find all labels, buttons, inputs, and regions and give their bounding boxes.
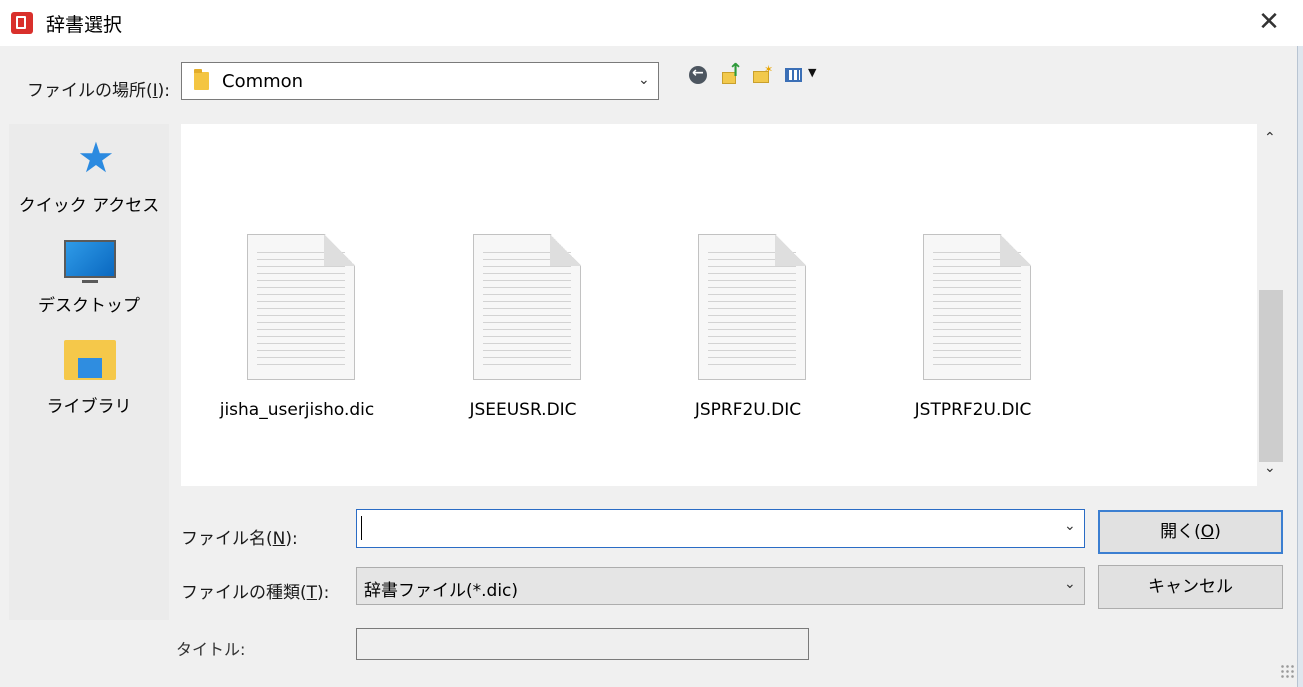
file-type-label: ファイルの種類(T): xyxy=(181,583,330,603)
open-button[interactable]: 開く(O) xyxy=(1098,510,1283,554)
file-item[interactable]: JSEEUSR.DIC xyxy=(410,234,636,424)
resize-grip-icon[interactable] xyxy=(1280,664,1296,680)
file-name: JSPRF2U.DIC xyxy=(694,400,802,420)
window-edge xyxy=(1297,46,1303,687)
document-icon xyxy=(473,234,581,380)
chevron-down-icon[interactable]: ⌄ xyxy=(1064,576,1076,592)
title-bar: 辞書選択 ✕ xyxy=(0,0,1303,46)
scroll-down-icon[interactable]: ⌄ xyxy=(1264,460,1276,476)
look-in-combobox[interactable]: Common ⌄ xyxy=(181,62,659,100)
document-icon xyxy=(247,234,355,380)
file-name-input[interactable] xyxy=(356,509,1085,548)
look-in-value: Common xyxy=(222,71,304,92)
look-in-mnemonic: I xyxy=(152,81,158,101)
file-item[interactable]: JSPRF2U.DIC xyxy=(635,234,861,424)
back-icon[interactable] xyxy=(688,64,710,86)
place-libraries[interactable]: ライブラリ xyxy=(9,392,169,417)
places-bar: ★ クイック アクセス デスクトップ ライブラリ xyxy=(9,124,169,620)
up-folder-icon[interactable] xyxy=(720,60,743,86)
view-menu-icon[interactable] xyxy=(784,64,822,86)
file-name-dropdown-icon[interactable]: ⌄ xyxy=(1064,518,1076,534)
desktop-icon[interactable] xyxy=(64,240,116,283)
file-name-label: ファイル名(N): xyxy=(181,529,298,549)
window-title: 辞書選択 xyxy=(46,14,123,36)
app-icon xyxy=(11,12,33,34)
star-icon[interactable]: ★ xyxy=(71,136,121,180)
scroll-up-icon[interactable]: ⌃ xyxy=(1264,130,1276,146)
close-button[interactable]: ✕ xyxy=(1250,5,1288,39)
new-folder-icon[interactable] xyxy=(752,63,774,86)
title-label: タイトル: xyxy=(176,640,246,659)
cancel-button[interactable]: キャンセル xyxy=(1098,565,1283,609)
look-in-label: ファイルの場所(I): xyxy=(27,81,171,101)
file-name: JSEEUSR.DIC xyxy=(469,400,577,420)
file-list[interactable]: jisha_userjisho.dic JSEEUSR.DIC JSPRF2U.… xyxy=(181,124,1257,486)
document-icon xyxy=(698,234,806,380)
library-icon[interactable] xyxy=(64,336,116,380)
file-item[interactable]: JSTPRF2U.DIC xyxy=(860,234,1086,424)
file-item[interactable]: jisha_userjisho.dic xyxy=(184,234,410,424)
file-type-combobox[interactable]: 辞書ファイル(*.dic) ⌄ xyxy=(356,567,1085,605)
text-caret xyxy=(361,516,362,540)
place-desktop[interactable]: デスクトップ xyxy=(9,291,169,316)
document-icon xyxy=(923,234,1031,380)
chevron-down-icon[interactable]: ⌄ xyxy=(638,72,650,88)
file-name: JSTPRF2U.DIC xyxy=(914,400,1032,420)
scrollbar-thumb[interactable] xyxy=(1259,290,1283,462)
file-type-value: 辞書ファイル(*.dic) xyxy=(364,581,519,601)
file-name: jisha_userjisho.dic xyxy=(219,400,375,420)
folder-icon xyxy=(194,69,209,90)
place-quick-access[interactable]: クイック アクセス xyxy=(9,191,169,216)
title-input xyxy=(356,628,809,660)
